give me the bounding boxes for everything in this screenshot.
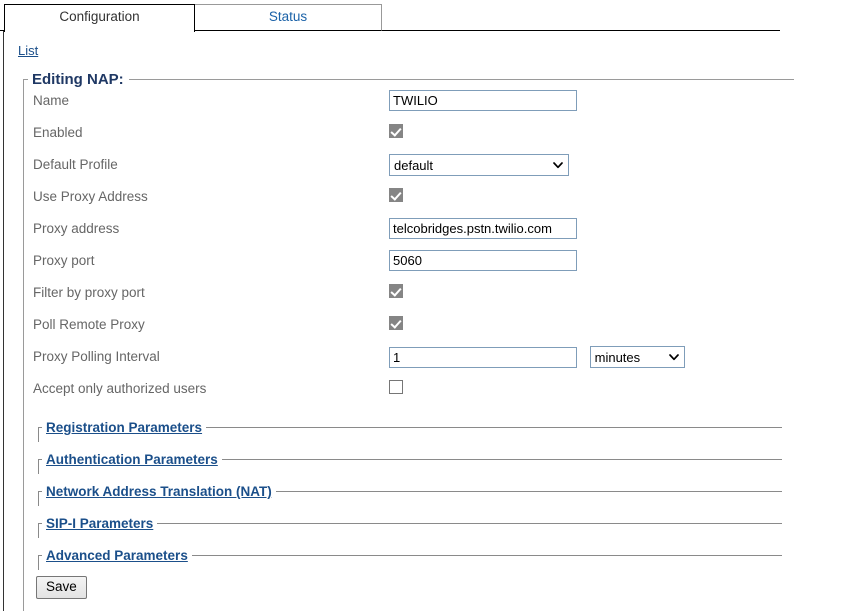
label-proxy-port: Proxy port [33, 253, 95, 268]
control-poll-remote-proxy [389, 314, 403, 330]
page-title: Editing NAP: [28, 71, 129, 88]
section-advanced-parameters[interactable]: Advanced Parameters [38, 548, 782, 570]
form-row-enabled: Enabled [24, 120, 794, 152]
section-sip-i-parameters-legend[interactable]: SIP-I Parameters [42, 516, 157, 531]
proxy-polling-interval-input[interactable] [389, 347, 577, 368]
default-profile-select-wrap: default [389, 154, 569, 176]
control-enabled [389, 122, 403, 138]
page-content-frame: List Editing NAP: Name Enabled Default P… [3, 31, 846, 611]
tab-bar: Configuration Status [0, 0, 780, 31]
save-button[interactable]: Save [36, 576, 87, 599]
control-proxy-polling-interval: minutes [389, 346, 685, 368]
proxy-address-input[interactable] [389, 218, 577, 239]
form-row-proxy-polling-interval: Proxy Polling Interval minutes [24, 344, 794, 376]
label-poll-remote-proxy: Poll Remote Proxy [33, 317, 145, 332]
section-authentication-parameters-legend[interactable]: Authentication Parameters [42, 452, 222, 467]
section-sip-i-parameters[interactable]: SIP-I Parameters [38, 516, 782, 538]
section-network-address-translation-legend[interactable]: Network Address Translation (NAT) [42, 484, 276, 499]
label-enabled: Enabled [33, 125, 83, 140]
label-use-proxy-address: Use Proxy Address [33, 189, 148, 204]
form-row-accept-only-authorized-users: Accept only authorized users [24, 376, 794, 408]
list-link[interactable]: List [18, 43, 38, 58]
control-default-profile: default [389, 154, 569, 176]
form-row-proxy-port: Proxy port [24, 248, 794, 280]
section-registration-parameters[interactable]: Registration Parameters [38, 420, 782, 442]
section-registration-parameters-legend[interactable]: Registration Parameters [42, 420, 206, 435]
label-proxy-polling-interval: Proxy Polling Interval [33, 349, 160, 364]
label-filter-by-proxy-port: Filter by proxy port [33, 285, 145, 300]
control-proxy-address [389, 218, 577, 239]
tab-configuration-label: Configuration [59, 9, 139, 24]
form-row-poll-remote-proxy: Poll Remote Proxy [24, 312, 794, 344]
label-accept-only-authorized-users: Accept only authorized users [33, 381, 206, 396]
label-default-profile: Default Profile [33, 157, 118, 172]
use-proxy-address-checkbox[interactable] [389, 188, 403, 202]
tab-status[interactable]: Status [194, 4, 382, 31]
enabled-checkbox[interactable] [389, 124, 403, 138]
tab-configuration[interactable]: Configuration [4, 4, 195, 32]
nap-form: Name Enabled Default Profile defaul [24, 88, 794, 408]
accept-only-authorized-users-checkbox[interactable] [389, 380, 403, 394]
editing-nap-panel: Editing NAP: Name Enabled Default Profil… [23, 71, 794, 611]
label-proxy-address: Proxy address [33, 221, 119, 236]
control-filter-by-proxy-port [389, 282, 403, 298]
control-name [389, 90, 577, 111]
filter-by-proxy-port-checkbox[interactable] [389, 284, 403, 298]
tab-status-label: Status [269, 9, 307, 24]
control-proxy-port [389, 250, 577, 271]
section-network-address-translation[interactable]: Network Address Translation (NAT) [38, 484, 782, 506]
proxy-port-input[interactable] [389, 250, 577, 271]
default-profile-select[interactable]: default [389, 154, 569, 176]
form-row-name: Name [24, 88, 794, 120]
section-advanced-parameters-legend[interactable]: Advanced Parameters [42, 548, 192, 563]
polling-unit-select-wrap: minutes [590, 346, 685, 368]
polling-unit-select[interactable]: minutes [590, 346, 685, 368]
form-row-proxy-address: Proxy address [24, 216, 794, 248]
form-row-use-proxy-address: Use Proxy Address [24, 184, 794, 216]
label-name: Name [33, 93, 69, 108]
collapsible-sections: Registration Parameters Authentication P… [24, 420, 794, 570]
form-row-filter-by-proxy-port: Filter by proxy port [24, 280, 794, 312]
control-use-proxy-address [389, 186, 403, 202]
control-accept-only-authorized-users [389, 378, 403, 394]
poll-remote-proxy-checkbox[interactable] [389, 316, 403, 330]
section-authentication-parameters[interactable]: Authentication Parameters [38, 452, 782, 474]
form-row-default-profile: Default Profile default [24, 152, 794, 184]
name-input[interactable] [389, 90, 577, 111]
